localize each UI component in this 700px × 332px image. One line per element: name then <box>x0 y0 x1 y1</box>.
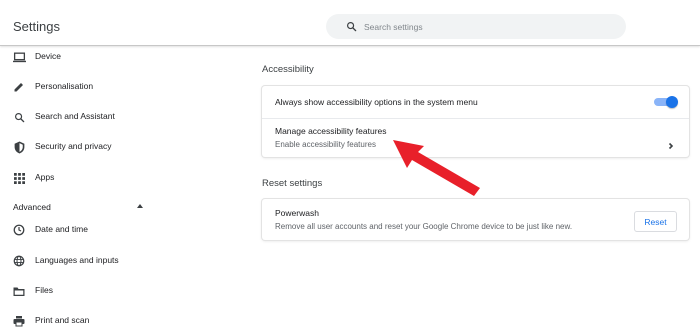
sidebar-item-label: Security and privacy <box>35 141 112 151</box>
sidebar-item-label: Apps <box>35 172 55 182</box>
sidebar-advanced-label[interactable]: Advanced <box>13 202 51 212</box>
manage-accessibility-sublabel: Enable accessibility features <box>275 140 376 149</box>
reset-card: Powerwash Remove all user accounts and r… <box>262 199 689 240</box>
top-bar: Settings Search settings <box>0 0 700 46</box>
sidebar-item-security-privacy[interactable]: Security and privacy <box>0 135 160 159</box>
reset-button[interactable]: Reset <box>634 211 677 232</box>
sidebar: Device Personalisation Search and Assist… <box>0 47 160 332</box>
sidebar-item-label: Date and time <box>35 224 88 234</box>
sidebar-item-apps[interactable]: Apps <box>0 166 160 190</box>
clock-icon <box>12 223 26 237</box>
search-icon <box>336 14 366 39</box>
sidebar-item-label: Print and scan <box>35 315 90 325</box>
sidebar-item-label: Device <box>35 51 61 61</box>
search-placeholder: Search settings <box>364 21 423 32</box>
apps-grid-icon <box>12 171 26 185</box>
sidebar-item-print-scan[interactable]: Print and scan <box>0 309 160 332</box>
sidebar-item-search-assistant[interactable]: Search and Assistant <box>0 105 160 129</box>
powerwash-description: Remove all user accounts and reset your … <box>275 222 573 231</box>
folder-icon <box>12 284 26 298</box>
reset-section-title: Reset settings <box>262 178 323 189</box>
sidebar-item-label: Search and Assistant <box>35 111 115 121</box>
sidebar-item-label: Personalisation <box>35 81 94 91</box>
laptop-icon <box>12 50 26 64</box>
sidebar-item-device[interactable]: Device <box>0 45 160 69</box>
sidebar-item-files[interactable]: Files <box>0 279 160 303</box>
sidebar-item-date-time[interactable]: Date and time <box>0 218 160 242</box>
search-input[interactable]: Search settings <box>326 14 626 39</box>
chevron-right-icon[interactable] <box>666 138 676 150</box>
sidebar-item-personalisation[interactable]: Personalisation <box>0 75 160 99</box>
pencil-icon <box>12 80 26 94</box>
toggle-row-label: Always show accessibility options in the… <box>275 97 478 107</box>
annotation-arrow-icon <box>393 140 480 196</box>
sidebar-item-label: Languages and inputs <box>35 255 119 265</box>
manage-accessibility-label: Manage accessibility features <box>275 126 387 136</box>
globe-icon <box>12 254 26 268</box>
accessibility-section-title: Accessibility <box>262 64 314 75</box>
search-icon <box>12 110 26 124</box>
chevron-up-icon[interactable] <box>137 204 143 208</box>
accessibility-menu-toggle[interactable] <box>654 96 678 108</box>
printer-icon <box>12 314 26 328</box>
powerwash-label: Powerwash <box>275 208 319 218</box>
app-title: Settings <box>13 19 60 34</box>
shield-icon <box>12 140 26 154</box>
sidebar-item-languages-inputs[interactable]: Languages and inputs <box>0 249 160 273</box>
sidebar-item-label: Files <box>35 285 53 295</box>
toggle-knob <box>666 96 678 108</box>
